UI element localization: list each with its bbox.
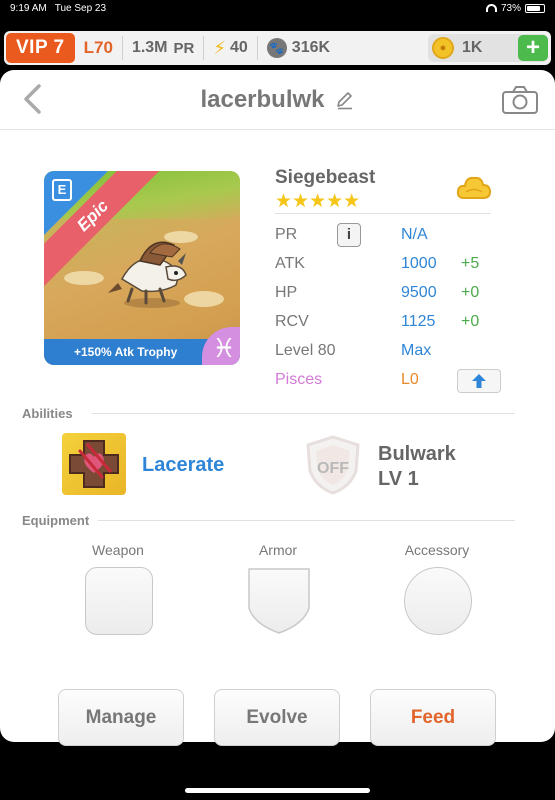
info-button[interactable]: i (337, 223, 361, 247)
wifi-icon (485, 4, 497, 12)
abilities-heading: Abilities (22, 406, 73, 421)
status-time: 9:19 AM (10, 2, 47, 14)
stat-value: 9500 (401, 284, 437, 301)
zodiac-upgrade-button[interactable] (457, 369, 501, 393)
battery-percent: 73% (500, 2, 521, 14)
stat-row-level: Level 80 Max (275, 342, 515, 364)
divider (256, 36, 258, 60)
monster-name: Siegebeast (275, 167, 376, 188)
feed-button[interactable]: Feed (370, 689, 496, 746)
home-indicator[interactable] (185, 788, 370, 793)
arrow-up-icon (472, 374, 486, 388)
stat-label: PR (275, 226, 298, 243)
lacerate-icon[interactable] (62, 433, 126, 495)
ability-bulwark-level: LV 1 (378, 468, 419, 490)
zodiac-value: L0 (401, 371, 419, 388)
rarity-badge-icon: E (52, 179, 72, 201)
lightning-icon: ⚡ (213, 37, 226, 58)
manage-button[interactable]: Manage (58, 689, 184, 746)
stat-bonus: +0 (461, 284, 480, 301)
stat-bonus: +5 (461, 255, 480, 272)
back-chevron-icon[interactable] (22, 84, 44, 114)
weapon-slot[interactable] (85, 567, 153, 635)
coin-icon: ● (432, 37, 454, 59)
accessory-slot[interactable] (404, 567, 472, 635)
armor-slot[interactable] (246, 566, 312, 636)
monster-portrait[interactable]: Epic E +150% Atk Trophy ♓ (44, 171, 240, 365)
stat-label: HP (275, 284, 298, 301)
status-date: Tue Sep 23 (54, 2, 107, 14)
stat-value: 1000 (401, 255, 437, 272)
resource-bar: VIP 7 L70 1.3M PR ⚡ 40 🐾 316K ● 1K + (4, 31, 551, 65)
ability-lacerate[interactable]: Lacerate (142, 454, 224, 477)
stat-row-rcv: RCV 1125 +0 (275, 313, 515, 335)
stat-label: Level 80 (275, 342, 336, 359)
paw-counter[interactable]: 🐾 316K (266, 38, 331, 58)
player-level: L70 (83, 38, 113, 57)
sand-patch (64, 271, 104, 285)
lacerate-cross-icon (69, 440, 119, 488)
status-right: 73% (485, 2, 545, 14)
ability-bulwark-name: Bulwark (378, 443, 456, 465)
power-unit: PR (173, 39, 195, 57)
add-coins-button[interactable]: + (518, 34, 548, 61)
stat-row-hp: HP 9500 +0 (275, 284, 515, 306)
ability-bulwark[interactable]: Bulwark LV 1 (378, 442, 456, 492)
camera-icon[interactable] (501, 85, 539, 115)
monster-detail-card: lacerbulwk Epic E +150% Atk Trophy ♓ Sie… (0, 70, 555, 746)
page-title: lacerbulwk (200, 85, 325, 113)
paw-value: 316K (291, 39, 331, 56)
armor-label: Armor (258, 542, 298, 558)
power-value: 1.3M (131, 39, 168, 56)
vip-badge[interactable]: VIP 7 (6, 33, 75, 63)
siegebeast-creature-image (108, 241, 187, 308)
star-rating: ★★★★★ (275, 191, 361, 212)
stat-row-zodiac: Pisces L0 (275, 369, 515, 393)
stat-label: RCV (275, 313, 309, 330)
accessory-label: Accessory (404, 542, 470, 558)
detail-header: lacerbulwk (0, 70, 555, 130)
energy-counter[interactable]: ⚡ 40 (213, 38, 247, 59)
app-screen: 9:19 AM Tue Sep 23 73% VIP 7 L70 1.3M PR… (0, 0, 555, 800)
stat-value: N/A (401, 226, 428, 243)
paw-icon: 🐾 (266, 38, 287, 58)
edit-pencil-icon[interactable] (335, 90, 355, 110)
ability-off-label: OFF (317, 460, 349, 477)
stat-value: Max (401, 342, 432, 359)
zodiac-label: Pisces (275, 371, 323, 388)
section-divider (92, 413, 515, 414)
bulwark-icon[interactable]: OFF (300, 433, 366, 497)
coin-counter[interactable]: ● 1K + (428, 34, 548, 62)
battery-icon (525, 3, 545, 13)
cloud-element-icon (456, 176, 492, 199)
stat-value: 1125 (401, 313, 436, 330)
coin-value: 1K (462, 39, 483, 56)
stat-row-atk: ATK 1000 +5 (275, 255, 515, 277)
power-rating: 1.3M PR (132, 39, 194, 57)
evolve-button[interactable]: Evolve (214, 689, 340, 746)
weapon-label: Weapon (92, 542, 144, 558)
pisces-zodiac-icon: ♓ (202, 327, 240, 365)
stat-label: ATK (275, 255, 305, 272)
energy-value: 40 (230, 39, 248, 56)
status-bar: 9:19 AM Tue Sep 23 73% (0, 0, 555, 16)
section-divider (98, 520, 515, 521)
stat-row-pr: PR i N/A (275, 223, 515, 248)
stats-divider (275, 213, 491, 214)
divider (121, 36, 123, 60)
divider (203, 36, 205, 60)
equipment-heading: Equipment (22, 513, 90, 528)
stat-bonus: +0 (461, 313, 480, 330)
